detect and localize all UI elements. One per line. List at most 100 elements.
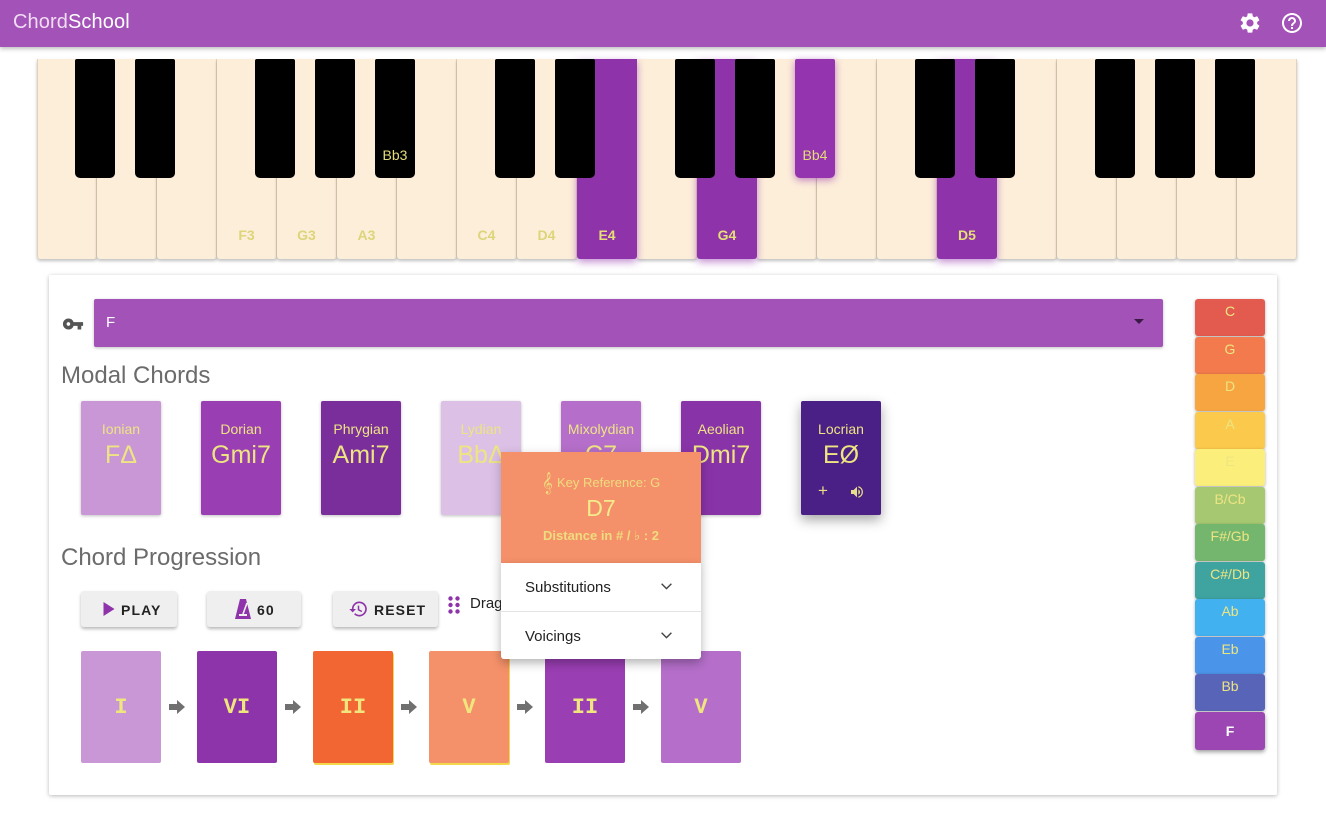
modal-chord-card-locrian[interactable]: Locrian EØ + — [801, 401, 881, 515]
key-option[interactable]: C#/Db — [1195, 561, 1265, 599]
chord-popover-panels: Substitutions Voicings — [501, 563, 701, 659]
key-option[interactable]: B/Cb — [1195, 486, 1265, 524]
modal-chord-card-dorian[interactable]: Dorian Gmi7 — [201, 401, 281, 515]
progression-chord-card[interactable]: II — [313, 651, 393, 763]
play-icon — [103, 602, 115, 616]
key-option-label: G — [1224, 340, 1236, 357]
progression-chord-card[interactable]: V — [661, 651, 741, 763]
key-option-label: D — [1224, 378, 1236, 394]
key-reference: 𝄞 Key Reference: G — [501, 473, 701, 495]
black-key-label: Bb4 — [802, 147, 828, 163]
black-key[interactable] — [1215, 59, 1255, 178]
white-key-label: G3 — [297, 227, 316, 243]
tempo-button[interactable]: 60 — [207, 591, 301, 627]
drag-hint: Drag — [470, 595, 503, 612]
black-key[interactable] — [735, 59, 775, 178]
key-option-label: A — [1225, 415, 1235, 432]
key-option-label: Bb — [1221, 678, 1239, 694]
chord-popover-header: 𝄞 Key Reference: G D7 Distance in # / ♭ :… — [501, 452, 701, 563]
tempo-label: 60 — [257, 602, 275, 618]
voicings-label: Voicings — [525, 628, 581, 645]
mode-name: Phrygian — [333, 421, 389, 437]
brand-part1: Chord — [13, 11, 68, 33]
substitutions-label: Substitutions — [525, 579, 611, 596]
progression-chord-card[interactable]: VI — [197, 651, 277, 763]
drag-handle-icon[interactable] — [447, 595, 461, 617]
help-button[interactable] — [1279, 10, 1305, 36]
app-logo[interactable]: ChordSchool — [13, 11, 130, 34]
chevron-down-icon — [661, 583, 672, 590]
progression-chord-card[interactable]: II — [545, 651, 625, 763]
roman-numeral: I — [114, 695, 128, 720]
chord-name: Ami7 — [332, 441, 390, 469]
key-select-dropdown[interactable]: F — [94, 299, 1163, 347]
key-option[interactable]: Eb — [1195, 636, 1265, 674]
mode-name: Dorian — [220, 421, 262, 437]
chord-progression-title: Chord Progression — [61, 544, 262, 571]
roman-numeral: V — [694, 695, 708, 720]
reset-icon — [349, 601, 367, 617]
chord-name: Gmi7 — [211, 441, 271, 469]
substitutions-expander[interactable]: Substitutions — [501, 563, 701, 611]
modal-chord-card-phrygian[interactable]: Phrygian Ami7 — [321, 401, 401, 515]
metronome-icon — [235, 599, 251, 619]
modal-chord-card-ionian[interactable]: Ionian FΔ — [81, 401, 161, 515]
key-option[interactable]: D — [1195, 374, 1265, 411]
chord-name: EØ — [822, 441, 860, 469]
reset-button[interactable]: RESET — [333, 591, 438, 627]
black-key[interactable] — [975, 59, 1015, 178]
black-key[interactable] — [915, 59, 955, 178]
key-option[interactable]: C — [1195, 299, 1265, 336]
play-button[interactable]: PLAY — [81, 591, 177, 627]
white-key-label: F3 — [238, 227, 255, 243]
roman-numeral: V — [462, 695, 476, 720]
key-option[interactable]: E — [1195, 449, 1265, 486]
black-key[interactable] — [75, 59, 115, 178]
key-option-label: C#/Db — [1210, 565, 1250, 582]
key-select-value: F — [106, 314, 116, 331]
voicings-expander[interactable]: Voicings — [501, 611, 701, 659]
black-key-label: Bb3 — [382, 147, 408, 163]
black-key[interactable] — [675, 59, 715, 178]
chord-name: FΔ — [105, 441, 137, 469]
black-key[interactable] — [555, 59, 595, 178]
black-key[interactable] — [135, 59, 175, 178]
progression-chord-card[interactable]: I — [81, 651, 161, 763]
brand-part2: School — [67, 11, 130, 33]
arrow-right-icon — [633, 700, 649, 714]
black-key[interactable]: Bb4 — [795, 59, 835, 178]
white-key-label: C4 — [477, 227, 496, 243]
settings-button[interactable] — [1237, 10, 1263, 36]
key-option[interactable]: F#/Gb — [1195, 524, 1265, 561]
white-key-label: D5 — [958, 227, 976, 243]
volume-icon[interactable] — [849, 484, 865, 500]
mode-name: Mixolydian — [567, 421, 635, 437]
black-key[interactable] — [255, 59, 295, 178]
mode-name: Ionian — [101, 421, 141, 437]
progression-chord-card[interactable]: V — [429, 651, 509, 763]
key-option[interactable]: G — [1195, 336, 1265, 374]
chevron-down-icon — [1134, 319, 1144, 324]
black-key[interactable] — [495, 59, 535, 178]
key-option-label: Ab — [1221, 603, 1239, 619]
add-chord-button[interactable]: + — [818, 481, 828, 501]
key-option[interactable]: A — [1195, 411, 1265, 449]
key-option-label: F — [1225, 722, 1235, 739]
black-key[interactable] — [1095, 59, 1135, 178]
black-key[interactable] — [1155, 59, 1195, 178]
roman-numeral: II — [571, 695, 599, 720]
key-option-label: B/Cb — [1214, 490, 1246, 507]
popover-chord: D7 — [586, 495, 616, 521]
black-key[interactable]: Bb3 — [375, 59, 415, 178]
white-key-label: E4 — [598, 227, 616, 243]
white-key-label: G4 — [717, 227, 737, 243]
black-key[interactable] — [315, 59, 355, 178]
arrow-right-icon — [401, 700, 417, 714]
key-option[interactable]: Bb — [1195, 674, 1265, 711]
key-option[interactable]: F — [1195, 711, 1265, 750]
arrow-right-icon — [517, 700, 533, 714]
app-bar: ChordSchool — [0, 0, 1326, 47]
chevron-down-icon — [661, 632, 672, 639]
piano-keyboard: F3 G3 A3 C4 D4 E4 G4 D5 Bb3 Bb4 — [37, 59, 1297, 259]
key-option[interactable]: Ab — [1195, 599, 1265, 636]
